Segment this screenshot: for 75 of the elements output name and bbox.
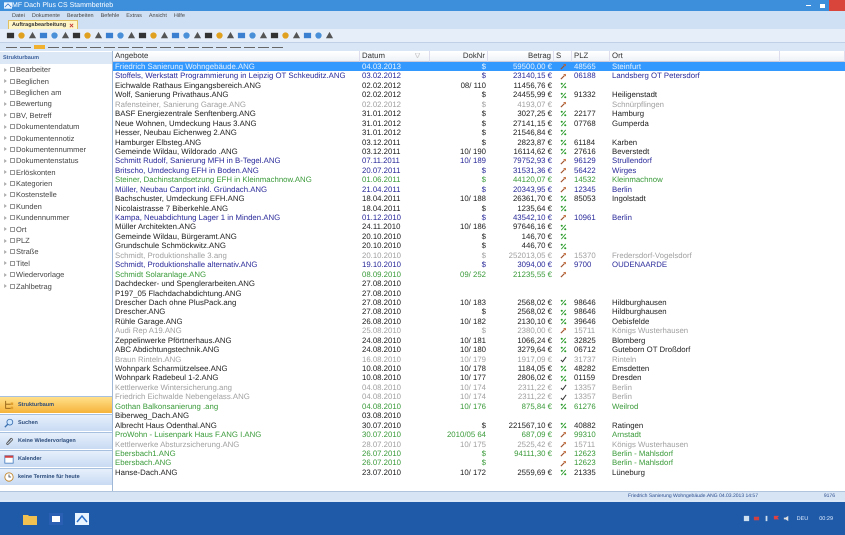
checkbox[interactable] — [10, 136, 15, 141]
expand-icon[interactable] — [4, 284, 7, 288]
checkbox[interactable] — [10, 146, 15, 152]
sort-icon — [414, 53, 420, 58]
percent-icon — [560, 318, 566, 326]
close-icon[interactable] — [69, 22, 74, 28]
percent-icon — [560, 365, 566, 372]
checkbox[interactable] — [10, 272, 15, 278]
percent-icon — [560, 402, 566, 410]
expand-icon[interactable] — [4, 261, 7, 266]
app-icon — [4, 2, 12, 9]
expand-icon[interactable] — [4, 136, 7, 140]
checkbox[interactable] — [10, 238, 15, 244]
expand-icon[interactable] — [4, 227, 7, 232]
checkbox[interactable] — [10, 249, 15, 254]
document-app-icon[interactable] — [48, 512, 64, 526]
checkbox[interactable] — [10, 67, 15, 72]
percent-icon — [560, 129, 566, 136]
percent-icon — [560, 82, 566, 90]
expand-icon[interactable] — [4, 272, 7, 277]
checkbox[interactable] — [10, 124, 15, 130]
expand-icon[interactable] — [4, 250, 7, 254]
expand-icon[interactable] — [4, 147, 7, 152]
calendar-icon — [4, 454, 14, 464]
search-icon — [4, 418, 14, 428]
percent-icon — [560, 374, 566, 382]
checkbox[interactable] — [10, 215, 15, 220]
expand-icon[interactable] — [4, 158, 7, 163]
expand-icon[interactable] — [4, 182, 7, 186]
percent-icon — [560, 336, 566, 344]
checkbox[interactable] — [10, 181, 15, 186]
checkbox[interactable] — [10, 192, 15, 198]
expand-icon[interactable] — [4, 204, 7, 208]
folder-tree-icon — [4, 400, 14, 410]
expand-icon[interactable] — [4, 113, 7, 118]
app-icon[interactable] — [74, 512, 90, 526]
percent-icon — [560, 299, 566, 306]
percent-icon — [560, 308, 566, 316]
expand-icon[interactable] — [4, 170, 7, 174]
checkbox[interactable] — [10, 284, 15, 289]
expand-icon[interactable] — [4, 192, 7, 197]
checkmark-icon — [560, 356, 566, 363]
percent-icon — [560, 120, 566, 127]
percent-icon — [560, 422, 566, 429]
percent-icon — [560, 233, 566, 240]
percent-icon — [560, 195, 566, 202]
expand-icon[interactable] — [4, 124, 7, 129]
expand-icon[interactable] — [4, 102, 7, 106]
percent-icon — [560, 242, 566, 250]
percent-icon — [560, 110, 566, 118]
percent-icon — [560, 346, 566, 354]
percent-icon — [560, 204, 566, 212]
checkbox[interactable] — [10, 101, 15, 106]
checkbox[interactable] — [10, 112, 15, 118]
checkbox[interactable] — [10, 78, 15, 84]
percent-icon — [560, 138, 566, 146]
checkbox[interactable] — [10, 226, 15, 232]
expand-icon[interactable] — [4, 216, 7, 220]
percent-icon — [560, 469, 566, 476]
paperclip-icon — [4, 436, 14, 446]
percent-icon — [560, 224, 566, 231]
checkbox[interactable] — [10, 158, 15, 164]
checkbox[interactable] — [10, 170, 15, 175]
expand-icon[interactable] — [4, 79, 7, 84]
clock-icon — [4, 472, 14, 482]
checkbox[interactable] — [10, 260, 15, 266]
expand-icon[interactable] — [4, 68, 7, 72]
speaker-icon[interactable] — [782, 515, 790, 522]
percent-icon — [560, 92, 566, 99]
expand-icon[interactable] — [4, 238, 7, 243]
percent-icon — [560, 148, 566, 156]
flag-icon[interactable] — [772, 515, 780, 522]
checkbox[interactable] — [10, 90, 15, 95]
expand-icon[interactable] — [4, 90, 7, 94]
checkbox[interactable] — [10, 204, 15, 209]
